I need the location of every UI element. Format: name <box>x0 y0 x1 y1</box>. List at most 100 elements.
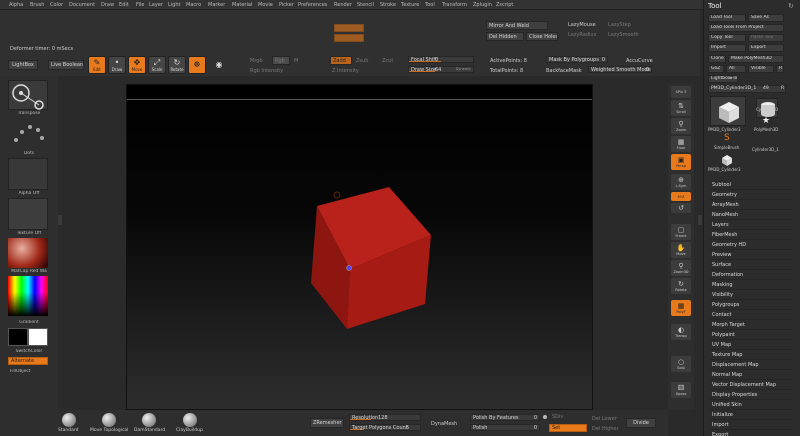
z-intensity-label[interactable]: Z Intensity <box>332 68 359 74</box>
solo-button[interactable]: ○ Solo <box>671 356 691 372</box>
subpalette-layers[interactable]: Layers <box>710 220 792 230</box>
close-holes-button[interactable]: Close Holes <box>526 32 558 41</box>
rgb-intensity-label[interactable]: Rgb Intensity <box>250 68 283 74</box>
resolution-slider[interactable]: Resolution 128 <box>349 414 421 421</box>
dynamesh-button[interactable]: DynaMesh <box>431 421 457 427</box>
menu-picker[interactable]: Picker <box>279 2 294 8</box>
texture-button[interactable] <box>8 198 48 230</box>
mirror-and-weld-button[interactable]: Mirror And Weld <box>486 21 548 30</box>
rotate-view-button[interactable]: ↻ Rotate <box>671 278 691 294</box>
all-button[interactable]: All <box>726 65 746 73</box>
xyz-button[interactable]: XYZ <box>671 192 691 201</box>
menu-file[interactable]: File <box>136 2 144 8</box>
zoom3d-button[interactable]: ⚲ Zoom3D <box>671 260 691 276</box>
lazy-radius-slider[interactable]: LazyRadius <box>568 32 596 38</box>
transp-button[interactable]: ◐ Transp <box>671 324 691 340</box>
subpalette-surface[interactable]: Surface <box>710 260 792 270</box>
zadd-button[interactable]: Zadd <box>330 56 352 65</box>
draw-mode-button[interactable] <box>334 24 364 32</box>
zsub-button[interactable]: Zsub <box>356 58 368 64</box>
xpose-button[interactable]: ⚅ Xpose <box>671 382 691 398</box>
zremesher-button[interactable]: ZRemesher <box>310 418 344 428</box>
rotate-button[interactable]: ↻ Rotate <box>168 56 186 74</box>
polymesh-star-icon[interactable]: ★ <box>762 116 770 126</box>
red-cube-model[interactable] <box>127 85 593 410</box>
subpalette-contact[interactable]: Contact <box>710 310 792 320</box>
menu-zscript[interactable]: Zscript <box>496 2 513 8</box>
load-tool-button[interactable]: Load Tool <box>708 14 746 22</box>
menu-movie[interactable]: Movie <box>258 2 273 8</box>
tool-thumb-cylinder3d-1[interactable] <box>756 134 778 148</box>
material-button[interactable] <box>8 238 48 268</box>
scroll-button[interactable]: ⇅ Scroll <box>671 100 691 116</box>
edit-button[interactable]: ✎ Edit <box>88 56 106 74</box>
del-hidden-button[interactable]: Del Hidden <box>486 32 524 41</box>
subpalette-vector-displacement-map[interactable]: Vector Displacement Map <box>710 380 792 390</box>
color-mode-button[interactable] <box>334 34 364 42</box>
zoom-button[interactable]: ⚲ Zoom <box>671 118 691 134</box>
brush-label-claybuildup[interactable]: ClayBuildup <box>176 428 203 433</box>
move-view-button[interactable]: ✋ Move <box>671 242 691 258</box>
stroke-dots-button[interactable] <box>8 118 48 148</box>
live-boolean-button[interactable]: Live Boolean <box>48 60 84 70</box>
move-topological-brush-icon[interactable] <box>102 413 116 427</box>
weighted-smooth-mode-slider[interactable]: Weighted Smooth Mode 0 <box>588 66 652 73</box>
subpalette-import[interactable]: Import <box>710 420 792 430</box>
local-button[interactable]: ⊕ L.Sym <box>671 174 691 190</box>
menu-stroke[interactable]: Stroke <box>380 2 396 8</box>
persp-button[interactable]: ▣ Persp <box>671 154 691 170</box>
brush-label-damstandard[interactable]: DamStandard <box>134 428 165 433</box>
menu-layer[interactable]: Layer <box>149 2 163 8</box>
target-polygons-slider[interactable]: Target Polygons Count 5 <box>349 424 421 431</box>
subpalette-morph-target[interactable]: Morph Target <box>710 320 792 330</box>
r-button[interactable]: R <box>776 65 784 73</box>
subpalette-deformation[interactable]: Deformation <box>710 270 792 280</box>
move-button[interactable]: ✥ Move <box>128 56 146 74</box>
right-dock-toggle[interactable] <box>698 215 702 225</box>
export-button[interactable]: Export <box>748 44 784 52</box>
alternate-button[interactable]: Alternate <box>8 357 48 365</box>
menu-preferences[interactable]: Preferences <box>298 2 327 8</box>
damstandard-brush-icon[interactable] <box>142 413 156 427</box>
del-lower-button[interactable]: Del Lower <box>592 416 617 422</box>
mask-by-polygroups-slider[interactable]: Mask By Polygroups 0 <box>546 56 608 63</box>
rotate-mini-button[interactable]: ↺ <box>671 203 691 213</box>
polyf-button[interactable]: ▦ PolyF <box>671 300 691 316</box>
subpalette-polygroups[interactable]: Polygroups <box>710 300 792 310</box>
subpalette-initialize[interactable]: Initialize <box>710 410 792 420</box>
subpalette-arraymesh[interactable]: ArrayMesh <box>710 200 792 210</box>
lazy-mouse-button[interactable]: LazyMouse <box>568 22 596 28</box>
lazy-smooth-slider[interactable]: LazySmooth <box>608 32 639 38</box>
import-button[interactable]: Import <box>708 44 746 52</box>
menu-tool[interactable]: Tool <box>425 2 435 8</box>
menu-document[interactable]: Document <box>69 2 95 8</box>
lightbox-button[interactable]: LightBox <box>8 60 38 70</box>
make-polymesh3d-button[interactable]: Make PolyMesh3D <box>728 55 784 63</box>
menu-draw[interactable]: Draw <box>101 2 114 8</box>
draw-button[interactable]: • Draw <box>108 56 126 74</box>
focal-shift-slider[interactable]: Focal Shift 0 <box>408 56 474 63</box>
save-as-button[interactable]: Save As <box>748 14 784 22</box>
subpalette-nanomesh[interactable]: NanoMesh <box>710 210 792 220</box>
sdiv-label[interactable]: SDiv <box>552 414 563 420</box>
m-button[interactable]: M <box>294 58 298 64</box>
divide-button[interactable]: Divide <box>626 418 656 428</box>
copy-tool-button[interactable]: Copy Tool <box>708 34 746 42</box>
menu-brush[interactable]: Brush <box>30 2 44 8</box>
polish-by-features-slider[interactable]: Polish By Features 0 <box>470 414 540 421</box>
brush-label-move-topological[interactable]: Move Topological <box>90 428 128 433</box>
subpalette-geometry-hd[interactable]: Geometry HD <box>710 240 792 250</box>
subpalette-masking[interactable]: Masking <box>710 280 792 290</box>
paste-tool-button[interactable]: Paste Tool <box>748 34 784 42</box>
lazy-step-slider[interactable]: LazyStep <box>608 22 631 28</box>
polish-features-circle[interactable] <box>543 415 547 419</box>
subpalette-preview[interactable]: Preview <box>710 250 792 260</box>
set-button[interactable]: Set <box>549 424 587 432</box>
goz-button[interactable]: GoZ <box>708 65 724 73</box>
scale-button[interactable]: ⤢ Scale <box>148 56 166 74</box>
lightbox-tools-button[interactable]: Lightbox▸Tools <box>708 75 738 83</box>
color-picker[interactable] <box>8 276 48 316</box>
tool-thumb-pm3d-cylinder[interactable] <box>710 96 746 126</box>
fill-object-button[interactable]: FillObject <box>10 369 56 374</box>
main-color-swatch[interactable] <box>8 328 28 346</box>
